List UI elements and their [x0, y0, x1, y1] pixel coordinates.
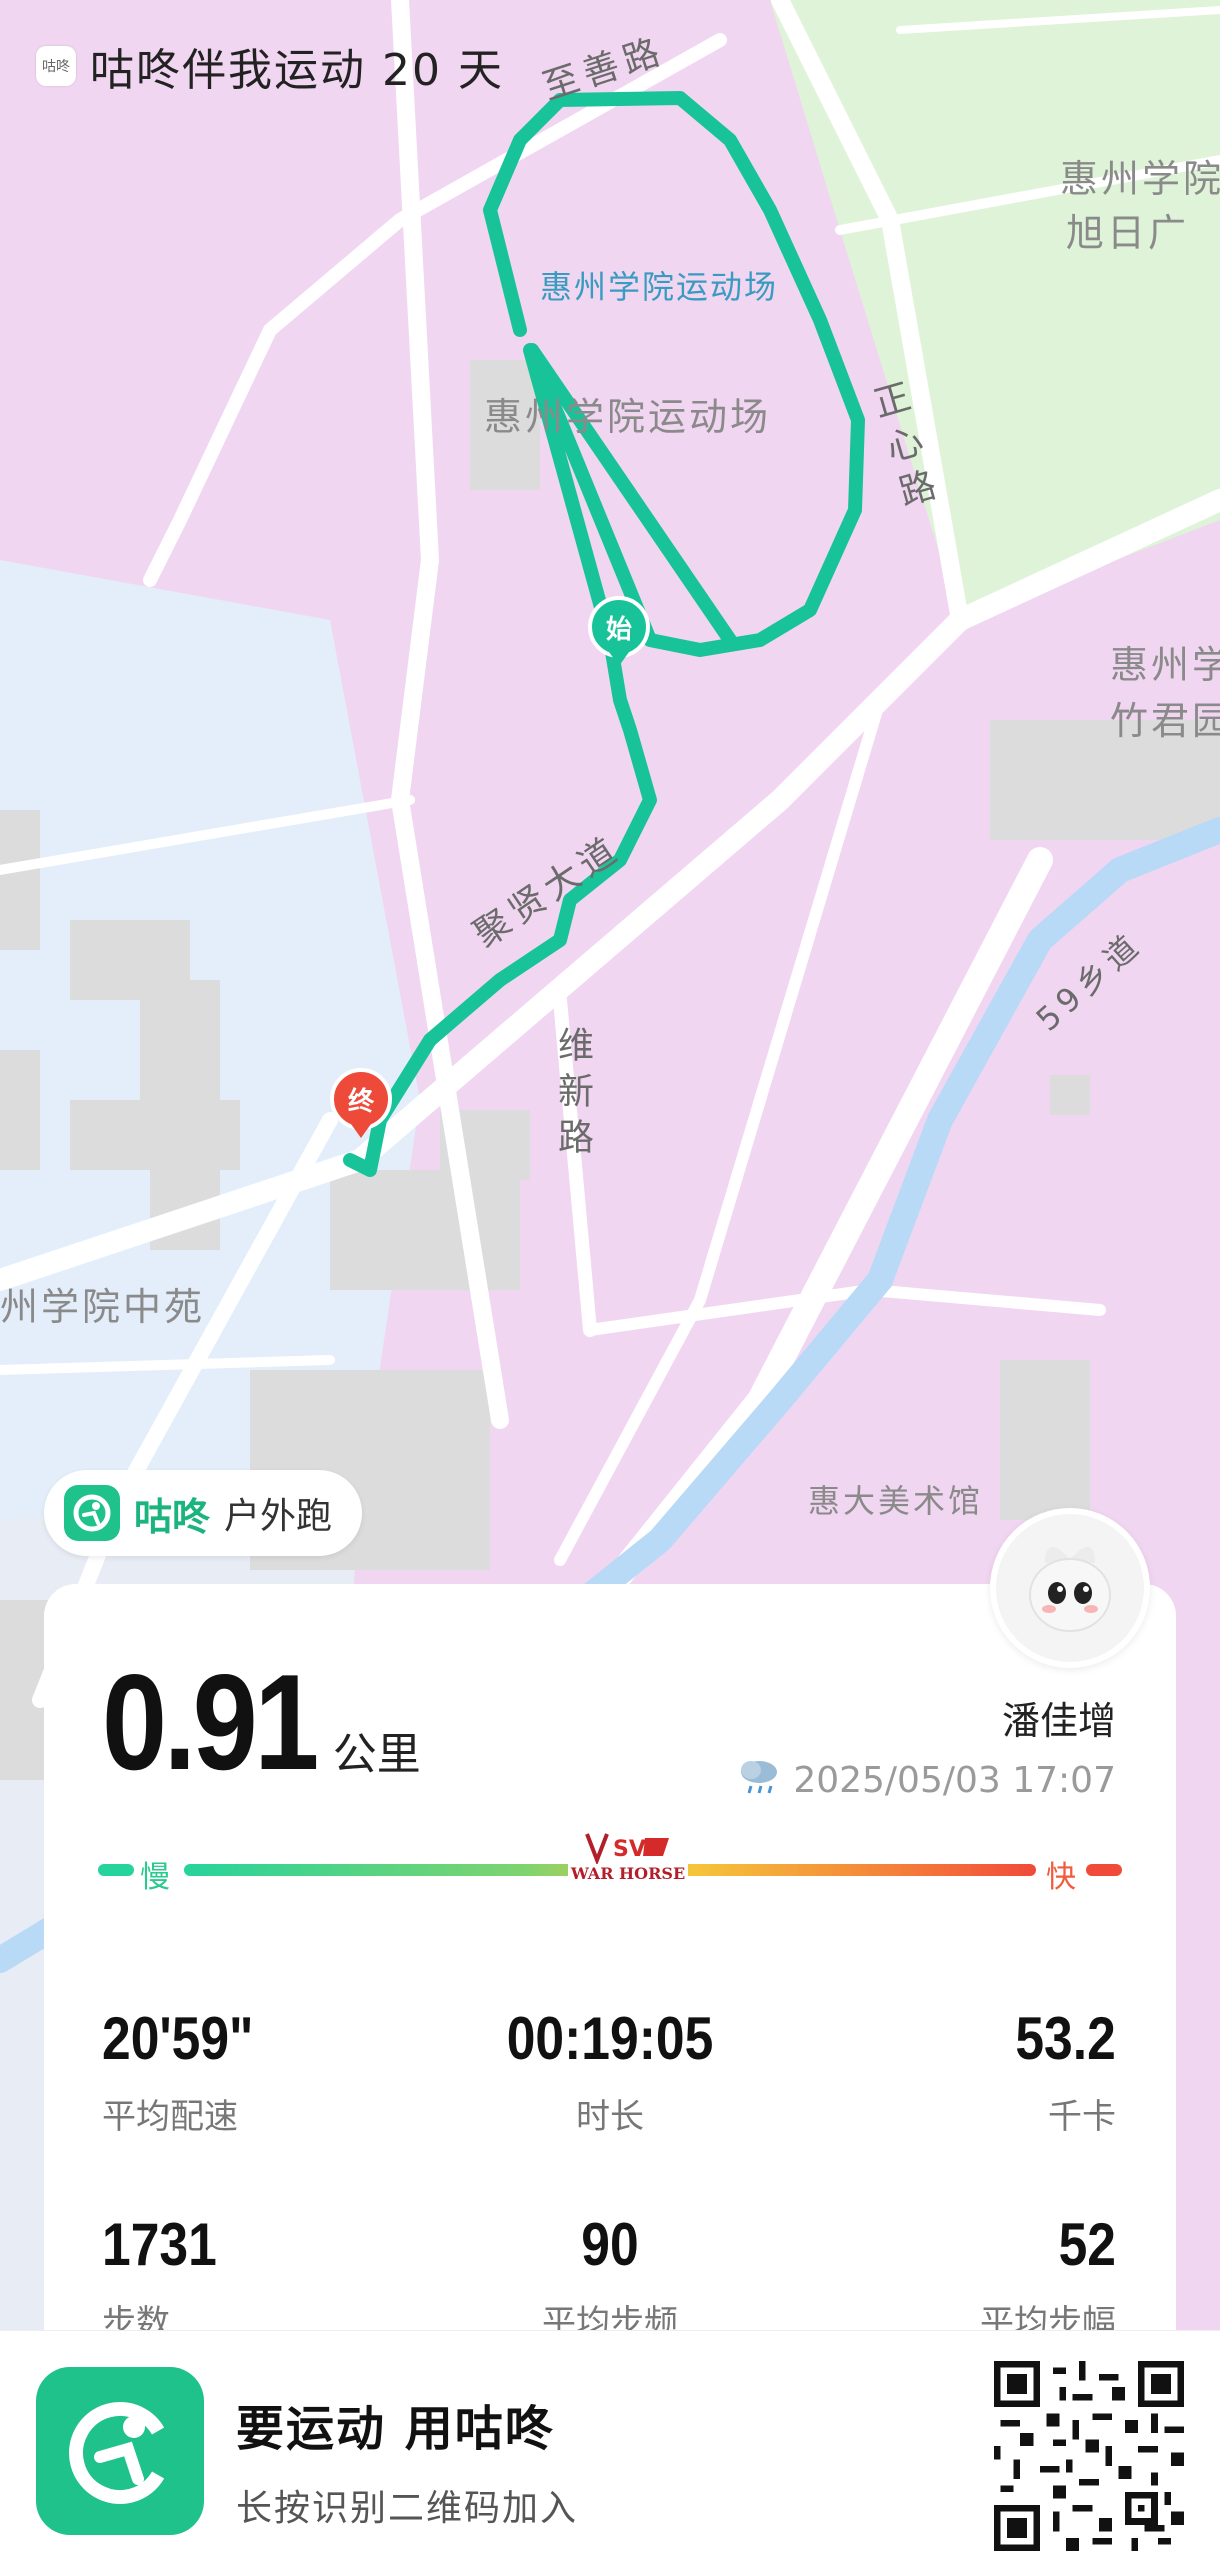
streak-text: 咕咚伴我运动 20 天: [90, 45, 504, 96]
stat-value: 90: [581, 2211, 639, 2278]
user-name: 潘佳增: [1001, 1699, 1116, 1743]
pace-cap-right: [1086, 1864, 1122, 1876]
end-marker[interactable]: 终: [330, 1068, 392, 1138]
stat-value: 53.2: [1015, 2005, 1116, 2072]
poi-stadium-area: 惠州学院运动场: [484, 395, 772, 439]
pace-fast-label: 快: [1046, 1860, 1076, 1895]
pace-slow-label: 慢: [140, 1860, 170, 1895]
avatar-mascot-icon: [1029, 1546, 1111, 1632]
poi-stadium-label: 惠州学院运动场: [540, 268, 779, 306]
stat-value: 1731: [102, 2211, 217, 2278]
stat-cadence: 90 平均步频: [410, 2210, 810, 2344]
stat-avg-pace: 20'59" 平均配速: [102, 2004, 278, 2138]
top-bar: 咕咚 咕咚伴我运动 20 天: [36, 34, 504, 98]
codoon-app-icon[interactable]: [36, 2367, 204, 2535]
footer-promo: 要运动 用咕咚 长按识别二维码加入: [0, 2330, 1220, 2571]
stat-steps: 1731 步数: [102, 2210, 235, 2344]
road-label-weixin: 维新路: [552, 1026, 593, 1164]
warhorse-logo: SV WAR HORSE: [568, 1818, 688, 1894]
pace-cap-left: [98, 1864, 134, 1876]
footer-hint: 长按识别二维码加入: [236, 2488, 579, 2529]
avatar[interactable]: [990, 1508, 1150, 1668]
stat-label: 千卡: [1048, 2097, 1116, 2137]
start-marker[interactable]: 始: [588, 596, 650, 666]
codoon-logo-icon: 咕咚: [36, 46, 76, 86]
activity-type-tag: 咕咚 户外跑: [44, 1470, 363, 1556]
stat-duration: 00:19:05 时长: [410, 2004, 810, 2138]
poi-art-museum: 惠大美术馆: [808, 1482, 984, 1520]
footer-slogan: 要运动 用咕咚: [236, 2401, 555, 2457]
stat-stride: 52 平均步幅: [980, 2210, 1116, 2344]
poi-zhongyuan: 州学院中苑: [0, 1285, 206, 1329]
stat-label: 平均配速: [102, 2097, 238, 2137]
poi-huizhou-xueyuan: 惠州学院: [1060, 157, 1220, 201]
stat-value: 20'59": [102, 2005, 254, 2072]
warhorse-emblem-icon: SV: [585, 1832, 669, 1864]
distance-unit: 公里: [332, 1729, 421, 1780]
rain-cloud-icon: [735, 1756, 783, 1805]
poi-xuri: 旭日广: [1066, 211, 1190, 255]
poi-huizhouxue: 惠州学: [1110, 643, 1220, 687]
poi-zhujun: 竹君园: [1110, 699, 1220, 743]
distance-value: 0.91: [102, 1646, 319, 1798]
qr-code-icon[interactable]: [994, 2361, 1184, 2551]
tag-activity-type: 户外跑: [224, 1496, 333, 1537]
datetime-text: 2025/05/03 17:07: [793, 1760, 1116, 1801]
end-marker-label: 终: [347, 1086, 374, 1117]
distance: 0.91 公里: [102, 1644, 421, 1800]
svg-text:SV: SV: [613, 1837, 646, 1862]
activity-datetime: 2025/05/03 17:07: [735, 1756, 1116, 1805]
runner-icon: [64, 1485, 120, 1541]
stat-value: 00:19:05: [506, 2005, 714, 2072]
sponsor-name: WAR HORSE: [570, 1863, 686, 1883]
start-marker-label: 始: [605, 614, 632, 645]
tag-brand: 咕咚: [134, 1494, 211, 1539]
stat-value: 52: [1058, 2211, 1116, 2278]
summary-card: 0.91 公里 潘佳增 2025/05/03 17:07 慢 快 SV WAR …: [44, 1584, 1176, 2343]
stat-calories: 53.2 千卡: [999, 2004, 1116, 2138]
pace-gradient-bar: 慢 快 SV WAR HORSE: [98, 1818, 1122, 1902]
stat-label: 时长: [576, 2097, 644, 2137]
